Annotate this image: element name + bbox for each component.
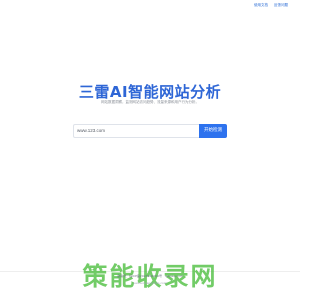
footer-url-line: suoduowangzhan.com bbox=[133, 281, 167, 285]
start-analysis-button[interactable]: 开始检测 bbox=[199, 124, 227, 138]
search-bar: 开始检测 bbox=[73, 124, 227, 138]
page: 使用文档 反馈问题 三雷AI智能网站分析 网站数据洞察，监测网站访问趋势、流量来… bbox=[0, 0, 300, 300]
footer-site-link[interactable]: leqiseo.com bbox=[165, 274, 183, 278]
search-input[interactable] bbox=[73, 124, 199, 138]
top-nav: 使用文档 反馈问题 bbox=[254, 3, 288, 8]
footer-copyright: 备案号：琼ICP备2024000000号 bbox=[117, 274, 163, 278]
page-subtitle: 网站数据洞察，监测网站访问趋势、流量来源和用户行为分析。 bbox=[101, 100, 199, 104]
top-nav-link-docs[interactable]: 使用文档 bbox=[254, 3, 268, 8]
top-nav-link-feedback[interactable]: 反馈问题 bbox=[274, 3, 288, 8]
page-title: 三雷AI智能网站分析 bbox=[78, 83, 222, 102]
footer-copyright-line: 备案号：琼ICP备2024000000号 leqiseo.com bbox=[0, 274, 300, 278]
